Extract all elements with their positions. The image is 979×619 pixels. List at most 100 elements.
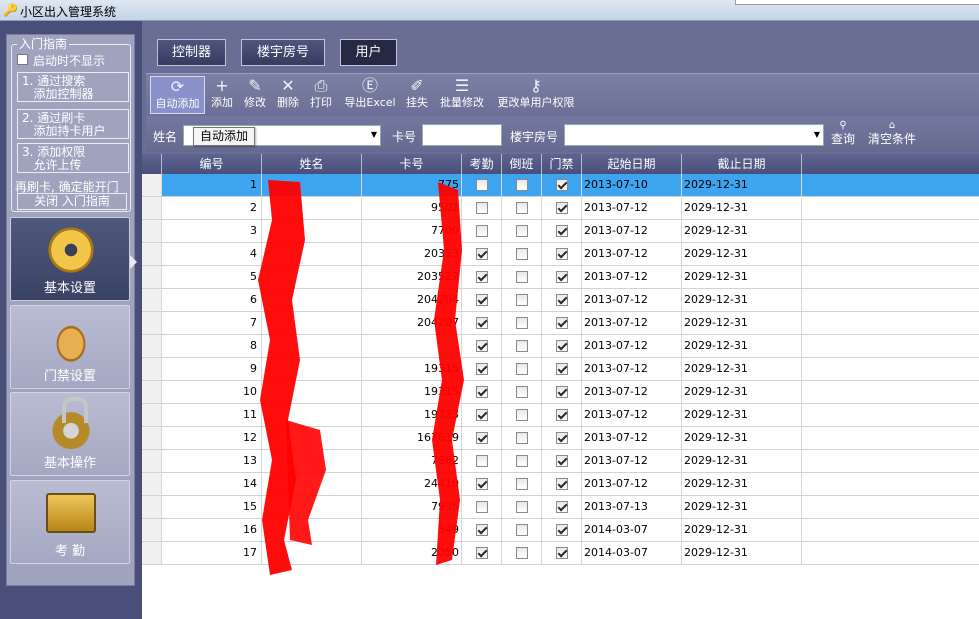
- change-user-permission-button[interactable]: ⚷ 更改单用户权限: [493, 76, 579, 114]
- cell-attendance-checkbox[interactable]: [476, 432, 488, 444]
- cell-door-checkbox[interactable]: [556, 202, 568, 214]
- clear-conditions-button[interactable]: ⌂ 清空条件: [866, 120, 918, 147]
- cell-shift-checkbox[interactable]: [516, 432, 528, 444]
- cell-shift-checkbox[interactable]: [516, 524, 528, 536]
- cell-door-checkbox[interactable]: [556, 363, 568, 375]
- print-button[interactable]: ⎙ 打印: [306, 76, 336, 114]
- cell-shift-checkbox[interactable]: [516, 225, 528, 237]
- tab-user[interactable]: 用户: [340, 39, 397, 66]
- nav-attendance[interactable]: 考 勤: [10, 480, 130, 564]
- auto-add-button[interactable]: ⟳ 自动添加: [150, 76, 205, 114]
- cell-attendance-checkbox[interactable]: [476, 386, 488, 398]
- cell-attendance-checkbox[interactable]: [476, 248, 488, 260]
- cell-shift-checkbox[interactable]: [516, 455, 528, 467]
- column-header-start-date[interactable]: 起始日期: [582, 154, 682, 174]
- cell-attendance-checkbox[interactable]: [476, 455, 488, 467]
- cell-shift-checkbox[interactable]: [516, 317, 528, 329]
- guide-step-add-controller[interactable]: 1. 通过搜索 添加控制器: [17, 72, 129, 102]
- cell-attendance-checkbox[interactable]: [476, 202, 488, 214]
- cell-door-checkbox[interactable]: [556, 409, 568, 421]
- cell-shift-checkbox[interactable]: [516, 271, 528, 283]
- delete-button[interactable]: ✕ 删除: [272, 76, 304, 114]
- table-row[interactable]: 5 203527 2013-07-12 2029-12-31: [142, 266, 979, 289]
- export-excel-button[interactable]: Ⓔ 导出Excel: [340, 76, 400, 114]
- cell-door-checkbox[interactable]: [556, 271, 568, 283]
- column-header-card[interactable]: 卡号: [362, 154, 462, 174]
- building-filter-combobox[interactable]: ▼: [564, 124, 824, 146]
- column-header-name[interactable]: 姓名: [262, 154, 362, 174]
- table-row[interactable]: 14 24410 2013-07-12 2029-12-31: [142, 473, 979, 496]
- table-row[interactable]: 10 19315 2013-07-12 2029-12-31: [142, 381, 979, 404]
- cell-attendance-checkbox[interactable]: [476, 271, 488, 283]
- cell-attendance-checkbox[interactable]: [476, 317, 488, 329]
- cell-door-checkbox[interactable]: [556, 547, 568, 559]
- cell-shift-checkbox[interactable]: [516, 501, 528, 513]
- table-row[interactable]: 4 20353 2013-07-12 2029-12-31: [142, 243, 979, 266]
- cell-shift-checkbox[interactable]: [516, 248, 528, 260]
- nav-basic-operations[interactable]: 基本操作: [10, 392, 130, 476]
- cell-attendance-checkbox[interactable]: [476, 225, 488, 237]
- column-header-shift[interactable]: 倒班: [502, 154, 542, 174]
- cell-shift-checkbox[interactable]: [516, 179, 528, 191]
- guide-step-add-card-user[interactable]: 2. 通过刷卡 添加持卡用户: [17, 109, 129, 139]
- table-row[interactable]: 11 19323 2013-07-12 2029-12-31: [142, 404, 979, 427]
- query-button[interactable]: ⚲ 查询: [828, 120, 858, 147]
- guide-step-add-permission[interactable]: 3. 添加权限 允许上传: [17, 143, 129, 173]
- cell-attendance-checkbox[interactable]: [476, 294, 488, 306]
- cell-shift-checkbox[interactable]: [516, 386, 528, 398]
- cell-door-checkbox[interactable]: [556, 248, 568, 260]
- column-header-door[interactable]: 门禁: [542, 154, 582, 174]
- table-row[interactable]: 17 2050 2014-03-07 2029-12-31: [142, 542, 979, 565]
- cell-door-checkbox[interactable]: [556, 179, 568, 191]
- nav-basic-settings[interactable]: 基本设置: [10, 217, 130, 301]
- cell-door-checkbox[interactable]: [556, 478, 568, 490]
- cell-attendance-checkbox[interactable]: [476, 524, 488, 536]
- cell-door-checkbox[interactable]: [556, 317, 568, 329]
- cell-door-checkbox[interactable]: [556, 432, 568, 444]
- table-row[interactable]: 3 7709 2013-07-12 2029-12-31: [142, 220, 979, 243]
- cell-door-checkbox[interactable]: [556, 501, 568, 513]
- cell-shift-checkbox[interactable]: [516, 478, 528, 490]
- tab-controller[interactable]: 控制器: [157, 39, 226, 66]
- table-row[interactable]: 9 19315 2013-07-12 2029-12-31: [142, 358, 979, 381]
- batch-edit-button[interactable]: ☰ 批量修改: [436, 76, 488, 114]
- table-row[interactable]: 12 167619 2013-07-12 2029-12-31: [142, 427, 979, 450]
- nav-door-settings[interactable]: 门禁设置: [10, 305, 130, 389]
- cell-shift-checkbox[interactable]: [516, 340, 528, 352]
- cell-door-checkbox[interactable]: [556, 340, 568, 352]
- cell-door-checkbox[interactable]: [556, 524, 568, 536]
- cell-shift-checkbox[interactable]: [516, 363, 528, 375]
- add-button[interactable]: + 添加: [206, 76, 238, 114]
- table-row[interactable]: 6 204204 2013-07-12 2029-12-31: [142, 289, 979, 312]
- tab-building-room[interactable]: 楼宇房号: [241, 39, 325, 66]
- cell-shift-checkbox[interactable]: [516, 294, 528, 306]
- hide-on-startup-checkbox[interactable]: [17, 54, 28, 65]
- table-row[interactable]: 2 9502 2013-07-12 2029-12-31: [142, 197, 979, 220]
- cell-door-checkbox[interactable]: [556, 455, 568, 467]
- cell-shift-checkbox[interactable]: [516, 547, 528, 559]
- table-row[interactable]: 15 7935 2013-07-13 2029-12-31: [142, 496, 979, 519]
- cell-attendance-checkbox[interactable]: [476, 501, 488, 513]
- column-header-attendance[interactable]: 考勤: [462, 154, 502, 174]
- close-guide-button[interactable]: 关闭 入门指南: [17, 193, 127, 210]
- cell-attendance-checkbox[interactable]: [476, 409, 488, 421]
- cell-attendance-checkbox[interactable]: [476, 179, 488, 191]
- cell-attendance-checkbox[interactable]: [476, 478, 488, 490]
- table-row[interactable]: 16 549 2014-03-07 2029-12-31: [142, 519, 979, 542]
- card-filter-input[interactable]: [422, 124, 502, 146]
- table-row[interactable]: 7 204207 2013-07-12 2029-12-31: [142, 312, 979, 335]
- report-lost-button[interactable]: ✐ 挂失: [402, 76, 432, 114]
- table-row[interactable]: 1 775 2013-07-10 2029-12-31: [142, 174, 979, 197]
- cell-attendance-checkbox[interactable]: [476, 363, 488, 375]
- cell-attendance-checkbox[interactable]: [476, 547, 488, 559]
- column-header-no[interactable]: 编号: [162, 154, 262, 174]
- chevron-down-icon[interactable]: ▼: [371, 130, 377, 139]
- chevron-down-icon[interactable]: ▼: [814, 130, 820, 139]
- cell-door-checkbox[interactable]: [556, 386, 568, 398]
- cell-door-checkbox[interactable]: [556, 225, 568, 237]
- table-row[interactable]: 13 7862 2013-07-12 2029-12-31: [142, 450, 979, 473]
- cell-shift-checkbox[interactable]: [516, 202, 528, 214]
- cell-attendance-checkbox[interactable]: [476, 340, 488, 352]
- cell-door-checkbox[interactable]: [556, 294, 568, 306]
- table-row[interactable]: 8 2013-07-12 2029-12-31: [142, 335, 979, 358]
